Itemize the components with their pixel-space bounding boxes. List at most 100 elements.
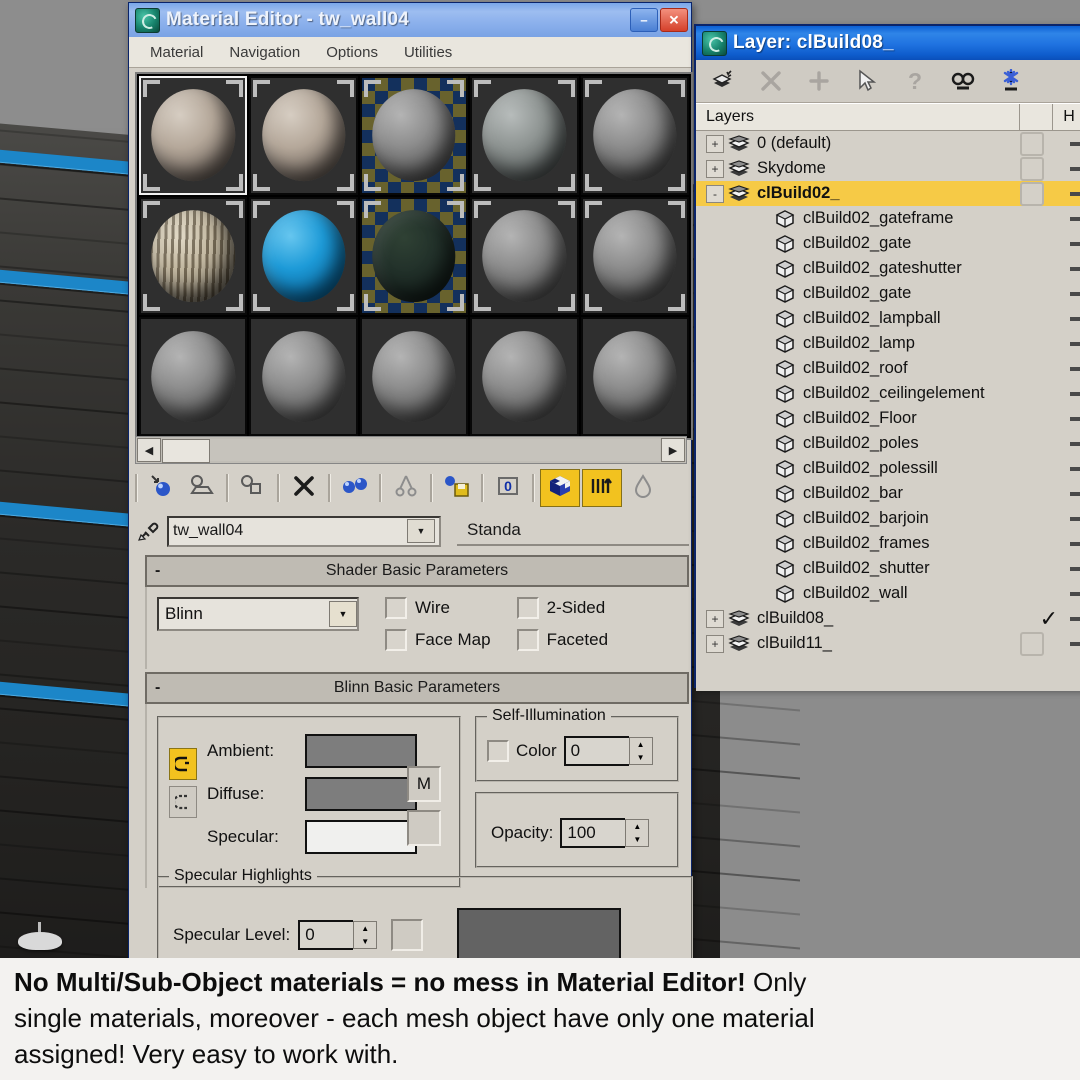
layer-row[interactable]: + Skydome: [696, 156, 1080, 181]
snowflake-icon[interactable]: [998, 68, 1024, 94]
material-slot[interactable]: [470, 317, 579, 436]
material-slot[interactable]: [470, 76, 579, 195]
get-material-button[interactable]: [143, 470, 181, 506]
scroll-left-arrow[interactable]: ◀: [137, 438, 161, 462]
material-slot[interactable]: [139, 317, 248, 436]
shader-rollout-header[interactable]: - Shader Basic Parameters: [145, 555, 689, 587]
object-row[interactable]: clBuild02_shutter: [696, 556, 1080, 581]
menu-item-options[interactable]: Options: [313, 41, 391, 64]
layer-dialog-window[interactable]: Layer: clBuild08_ ? Layers H + 0 (defaul…: [694, 24, 1080, 691]
object-row[interactable]: clBuild02_ceilingelement: [696, 381, 1080, 406]
specular-level-spinner[interactable]: 0 ▲ ▼: [298, 920, 378, 950]
shader-type-dropdown-arrow[interactable]: ▼: [329, 601, 357, 627]
diffuse-color-swatch[interactable]: [305, 777, 417, 811]
layers-column-header[interactable]: Layers: [696, 104, 1020, 130]
material-slot[interactable]: [580, 317, 689, 436]
self-illumination-spinner[interactable]: 0 ▲ ▼: [563, 736, 653, 766]
material-slot[interactable]: [249, 317, 358, 436]
specular-level-map-button[interactable]: [391, 919, 424, 951]
eyedropper-icon[interactable]: [131, 516, 167, 546]
object-row[interactable]: clBuild02_frames: [696, 531, 1080, 556]
menu-item-utilities[interactable]: Utilities: [391, 41, 465, 64]
object-row[interactable]: clBuild02_barjoin: [696, 506, 1080, 531]
object-row[interactable]: clBuild02_gateframe: [696, 206, 1080, 231]
opacity-spin-arrows[interactable]: ▲ ▼: [625, 819, 650, 847]
face-map-checkbox[interactable]: [385, 629, 407, 651]
shader-rollout-collapse-icon[interactable]: -: [155, 562, 160, 580]
put-to-library-button[interactable]: [438, 470, 476, 506]
diffuse-map-button[interactable]: M: [407, 766, 441, 802]
menu-item-navigation[interactable]: Navigation: [216, 41, 313, 64]
checkbox-faceted[interactable]: Faceted: [516, 629, 608, 651]
reset-map-button[interactable]: [285, 470, 323, 506]
material-type-button[interactable]: Standa: [457, 516, 689, 546]
hide-checkbox[interactable]: [1020, 156, 1044, 181]
close-button[interactable]: ✕: [660, 8, 688, 32]
shader-type-dropdown[interactable]: Blinn ▼: [157, 597, 359, 631]
self-illumination-spin-arrows[interactable]: ▲ ▼: [628, 737, 653, 765]
glasses-icon[interactable]: [950, 68, 976, 94]
make-unique-button[interactable]: [387, 470, 425, 506]
specular-color-swatch[interactable]: [305, 820, 417, 854]
blank-column-header[interactable]: [1020, 104, 1053, 130]
ambient-color-swatch[interactable]: [305, 734, 417, 768]
material-editor-window[interactable]: Material Editor - tw_wall04 – ✕ Material…: [128, 2, 693, 966]
material-slot[interactable]: [580, 76, 689, 195]
object-row[interactable]: clBuild02_gate: [696, 281, 1080, 306]
minimize-button[interactable]: –: [630, 8, 658, 32]
checkbox-2-sided[interactable]: 2-Sided: [516, 597, 608, 619]
object-row[interactable]: clBuild02_lamp: [696, 331, 1080, 356]
material-slot[interactable]: [470, 196, 579, 316]
hide-checkbox[interactable]: [1020, 181, 1044, 206]
make-material-copy-button[interactable]: [336, 470, 374, 506]
expand-icon[interactable]: +: [706, 609, 724, 628]
expand-icon[interactable]: +: [706, 634, 724, 653]
object-row[interactable]: clBuild02_poles: [696, 431, 1080, 456]
hide-checkbox[interactable]: [1020, 631, 1044, 656]
material-effects-button[interactable]: 0: [489, 470, 527, 506]
scroll-right-arrow[interactable]: ▶: [661, 438, 685, 462]
material-slot[interactable]: [359, 196, 469, 316]
material-name-dropdown-button[interactable]: ▼: [407, 519, 435, 543]
hide-column-header[interactable]: H: [1053, 104, 1080, 130]
material-slot[interactable]: [139, 76, 248, 195]
blinn-rollout-collapse-icon[interactable]: -: [155, 679, 160, 697]
plus-icon[interactable]: [806, 68, 832, 94]
specular-level-spin-arrows[interactable]: ▲ ▼: [353, 921, 378, 949]
object-row[interactable]: clBuild02_lampball: [696, 306, 1080, 331]
object-row[interactable]: clBuild02_wall: [696, 581, 1080, 606]
show-map-in-viewport-button[interactable]: [540, 469, 580, 507]
layer-list[interactable]: +0 (default) + Skydome - clBuild02_ clBuild02…: [696, 131, 1080, 691]
layer-dialog-toolbar[interactable]: ?: [696, 60, 1080, 103]
layer-dialog-titlebar[interactable]: Layer: clBuild08_: [696, 26, 1080, 60]
expand-icon[interactable]: +: [706, 134, 724, 153]
object-row[interactable]: clBuild02_bar: [696, 481, 1080, 506]
diffuse-specular-lock-icon[interactable]: [169, 786, 197, 818]
hide-checkbox[interactable]: [1020, 131, 1044, 156]
wire-checkbox[interactable]: [385, 597, 407, 619]
faceted-checkbox[interactable]: [516, 629, 539, 651]
layer-row[interactable]: - clBuild02_: [696, 181, 1080, 206]
material-slot[interactable]: [249, 196, 358, 316]
go-to-parent-button[interactable]: [624, 470, 662, 506]
slot-horizontal-scrollbar[interactable]: ◀ ▶: [135, 436, 687, 464]
material-slot[interactable]: [580, 196, 689, 316]
question-mark-icon[interactable]: ?: [902, 68, 928, 94]
layer-row[interactable]: +0 (default): [696, 131, 1080, 156]
material-editor-toolbar[interactable]: 0: [131, 466, 689, 510]
opacity-spinner[interactable]: 100 ▲ ▼: [560, 818, 650, 848]
material-editor-titlebar[interactable]: Material Editor - tw_wall04 – ✕: [129, 3, 691, 37]
material-slot[interactable]: [139, 196, 248, 316]
material-name-input[interactable]: tw_wall04 ▼: [167, 515, 441, 547]
object-row[interactable]: clBuild02_gateshutter: [696, 256, 1080, 281]
menu-item-material[interactable]: Material: [137, 41, 216, 64]
specular-map-button[interactable]: [407, 810, 441, 846]
checkbox-wire[interactable]: Wire: [385, 597, 491, 619]
material-slot-grid[interactable]: [135, 72, 693, 440]
object-row[interactable]: clBuild02_Floor: [696, 406, 1080, 431]
layer-row[interactable]: + clBuild08_ ✓: [696, 606, 1080, 631]
scroll-thumb[interactable]: [162, 439, 210, 463]
material-editor-menubar[interactable]: Material Navigation Options Utilities: [129, 37, 691, 68]
two-sided-checkbox[interactable]: [516, 597, 539, 619]
new-layer-icon[interactable]: [710, 68, 736, 94]
